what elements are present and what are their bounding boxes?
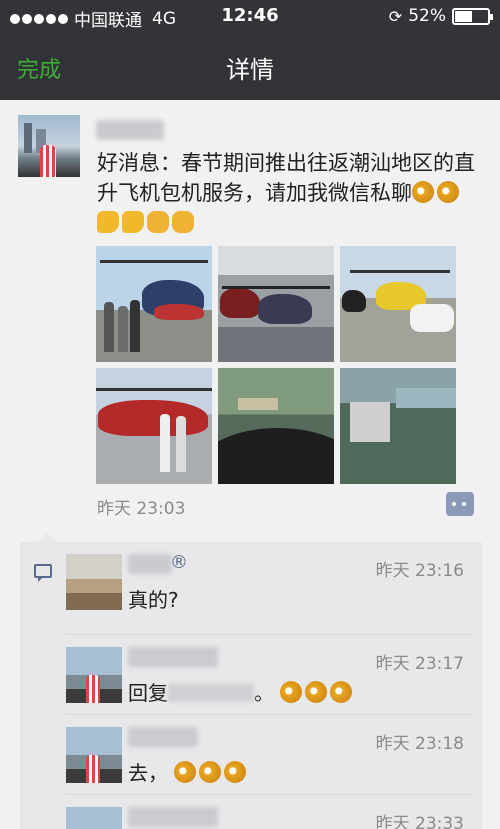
comment-timestamp: 昨天 23:33 <box>375 814 464 829</box>
status-bar: 中国联通 4G 12:46 ⟳ 52% <box>0 0 500 33</box>
snail-emoji-icon <box>174 761 197 783</box>
comment-text: 真的? <box>128 588 179 612</box>
fist-emoji-icon <box>172 211 194 233</box>
reply-punct: 。 <box>254 681 274 705</box>
comment-row[interactable]: ® 昨天 23:16 真的? <box>66 542 474 617</box>
comment-row[interactable]: 昨天 23:33 <box>66 794 474 829</box>
comment-timestamp: 昨天 23:17 <box>375 654 464 674</box>
commenter-name-blurred[interactable] <box>128 727 198 747</box>
photo-helicopter-car[interactable] <box>340 246 456 362</box>
snail-emoji-icon <box>305 681 328 703</box>
post-text: 好消息：春节期间推出往返潮汕地区的直升飞机包机服务，请加我微信私聊 <box>97 148 483 238</box>
poster-avatar[interactable] <box>18 115 80 177</box>
commenter-name-blurred[interactable] <box>128 647 218 667</box>
comments-panel: ® 昨天 23:16 真的? 昨天 23:17 回复。 昨天 23:18 去， … <box>20 533 482 829</box>
snail-emoji-icon <box>412 181 434 203</box>
post-timestamp: 昨天 23:03 <box>97 499 186 519</box>
comment-timestamp: 昨天 23:18 <box>375 734 464 754</box>
page-title: 详情 <box>226 56 274 84</box>
commenter-avatar[interactable] <box>66 647 122 703</box>
photo-aerial-river[interactable] <box>340 368 456 484</box>
rotation-lock-icon: ⟳ <box>388 6 403 26</box>
comment-body: 去， <box>128 761 168 785</box>
fist-emoji-icon <box>147 211 169 233</box>
nav-bar: 完成 详情 <box>0 33 500 100</box>
snail-emoji-icon <box>330 681 353 703</box>
commenter-name-blurred[interactable] <box>128 807 218 827</box>
comment-action-button[interactable] <box>446 492 474 516</box>
photo-hangar[interactable] <box>218 246 334 362</box>
battery-group: ⟳ 52% <box>388 6 493 26</box>
photo-helicopter-1[interactable] <box>96 246 212 362</box>
snail-emoji-icon <box>224 761 247 783</box>
battery-icon <box>452 7 493 25</box>
comment-row[interactable]: 昨天 23:18 去， <box>66 714 474 789</box>
commenter-avatar[interactable] <box>66 807 122 829</box>
snail-emoji-icon <box>280 681 303 703</box>
commenter-name-blurred[interactable] <box>128 554 172 574</box>
comment-bubble-icon <box>34 564 52 582</box>
commenter-avatar[interactable] <box>66 727 122 783</box>
commenter-avatar[interactable] <box>66 554 122 610</box>
moment-detail: 好消息：春节期间推出往返潮汕地区的直升飞机包机服务，请加我微信私聊 昨天 23:… <box>0 100 500 829</box>
battery-percent: 52% <box>408 6 446 26</box>
snail-emoji-icon <box>199 761 222 783</box>
photo-helipad[interactable] <box>96 368 212 484</box>
commenter-name-suffix: ® <box>170 552 188 573</box>
comment-text: 回复 。 <box>128 677 355 706</box>
thumbs-up-emoji-icon <box>122 211 144 233</box>
reply-prefix: 回复 <box>128 681 168 705</box>
comment-row[interactable]: 昨天 23:17 回复 。 <box>66 634 474 709</box>
thumbs-up-emoji-icon <box>97 211 119 233</box>
snail-emoji-icon <box>437 181 459 203</box>
comment-timestamp: 昨天 23:16 <box>375 561 464 581</box>
comment-text: 去， <box>128 757 249 786</box>
reply-target-blurred <box>168 684 254 702</box>
photo-aerial-city[interactable] <box>218 368 334 484</box>
photo-grid <box>96 246 458 484</box>
poster-name-blurred[interactable] <box>96 120 164 140</box>
